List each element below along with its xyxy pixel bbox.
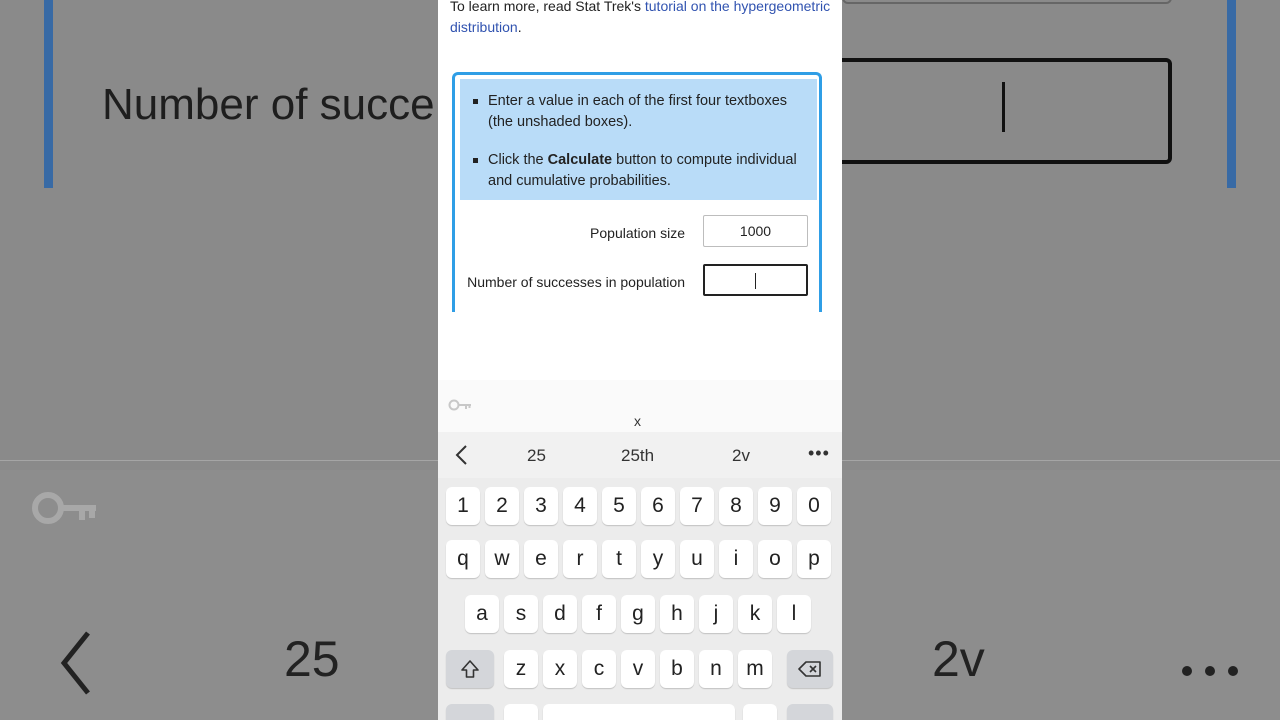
shift-icon bbox=[461, 660, 479, 679]
instruction-item: Enter a value in each of the first four … bbox=[473, 91, 808, 133]
key-l[interactable]: l bbox=[777, 595, 811, 633]
bg-input bbox=[842, 58, 1172, 164]
key-o[interactable]: o bbox=[758, 540, 792, 578]
key-3[interactable]: 3 bbox=[524, 487, 558, 525]
key-1[interactable]: 1 bbox=[446, 487, 480, 525]
key-v[interactable]: v bbox=[621, 650, 655, 688]
more-icon[interactable]: ••• bbox=[808, 443, 830, 464]
key-b[interactable]: b bbox=[660, 650, 694, 688]
space-key[interactable] bbox=[543, 704, 735, 720]
key-q[interactable]: q bbox=[446, 540, 480, 578]
text-caret bbox=[755, 273, 756, 290]
bg-border-left bbox=[44, 0, 53, 188]
close-icon[interactable]: x bbox=[634, 413, 641, 429]
bg-key-icon bbox=[30, 488, 100, 538]
bg-suggestion: 25 bbox=[284, 631, 340, 687]
suggestion-item[interactable]: 25th bbox=[621, 446, 654, 466]
key-5[interactable]: 5 bbox=[602, 487, 636, 525]
phone-screen: To learn more, read Stat Trek's tutorial… bbox=[438, 0, 842, 720]
period-key[interactable] bbox=[743, 704, 777, 720]
key-n[interactable]: n bbox=[699, 650, 733, 688]
calculator-panel: Enter a value in each of the first four … bbox=[452, 72, 822, 312]
key-p[interactable]: p bbox=[797, 540, 831, 578]
intro-suffix: . bbox=[517, 19, 522, 35]
key-t[interactable]: t bbox=[602, 540, 636, 578]
key-d[interactable]: d bbox=[543, 595, 577, 633]
suggestion-item[interactable]: 2v bbox=[732, 446, 750, 466]
key-6[interactable]: 6 bbox=[641, 487, 675, 525]
key-k[interactable]: k bbox=[738, 595, 772, 633]
key-f[interactable]: f bbox=[582, 595, 616, 633]
key-0[interactable]: 0 bbox=[797, 487, 831, 525]
population-size-input[interactable]: 1000 bbox=[703, 215, 808, 247]
successes-input[interactable] bbox=[703, 264, 808, 296]
instruction-item: Click the Calculate button to compute in… bbox=[473, 150, 808, 192]
key-z[interactable]: z bbox=[504, 650, 538, 688]
key-r[interactable]: r bbox=[563, 540, 597, 578]
comma-key[interactable] bbox=[504, 704, 538, 720]
symbols-key[interactable] bbox=[446, 704, 494, 720]
enter-key[interactable] bbox=[787, 704, 833, 720]
suggestion-item[interactable]: 25 bbox=[527, 446, 546, 466]
shift-key[interactable] bbox=[446, 650, 494, 688]
backspace-key[interactable] bbox=[787, 650, 833, 688]
bg-more-icon bbox=[1180, 635, 1240, 693]
key-s[interactable]: s bbox=[504, 595, 538, 633]
key-7[interactable]: 7 bbox=[680, 487, 714, 525]
chevron-left-icon[interactable] bbox=[452, 444, 472, 466]
key-m[interactable]: m bbox=[738, 650, 772, 688]
key-e[interactable]: e bbox=[524, 540, 558, 578]
key-u[interactable]: u bbox=[680, 540, 714, 578]
suggestion-bar: 25 25th 2v ••• bbox=[438, 432, 842, 478]
key-8[interactable]: 8 bbox=[719, 487, 753, 525]
key-x[interactable]: x bbox=[543, 650, 577, 688]
intro-paragraph: To learn more, read Stat Trek's tutorial… bbox=[450, 0, 835, 38]
population-size-label: Population size bbox=[590, 225, 685, 241]
key-g[interactable]: g bbox=[621, 595, 655, 633]
key-w[interactable]: w bbox=[485, 540, 519, 578]
bg-back-icon bbox=[60, 631, 90, 695]
bg-input-top bbox=[842, 0, 1172, 4]
on-screen-keyboard: 25 25th 2v ••• 1 2 3 4 5 6 7 8 9 0 q w e… bbox=[438, 432, 842, 720]
bg-border-right bbox=[1227, 0, 1236, 188]
backspace-icon bbox=[798, 661, 821, 678]
key-a[interactable]: a bbox=[465, 595, 499, 633]
key-i[interactable]: i bbox=[719, 540, 753, 578]
key-2[interactable]: 2 bbox=[485, 487, 519, 525]
bg-field-label: Number of succe bbox=[102, 80, 435, 129]
key-9[interactable]: 9 bbox=[758, 487, 792, 525]
instructions-box: Enter a value in each of the first four … bbox=[460, 79, 817, 200]
successes-label: Number of successes in population bbox=[467, 274, 685, 290]
bg-suggestion: 2v bbox=[932, 631, 985, 687]
key-y[interactable]: y bbox=[641, 540, 675, 578]
bg-caret bbox=[1002, 82, 1005, 132]
keyboard-toolbar: x bbox=[438, 380, 842, 432]
key-j[interactable]: j bbox=[699, 595, 733, 633]
key-c[interactable]: c bbox=[582, 650, 616, 688]
key-h[interactable]: h bbox=[660, 595, 694, 633]
key-4[interactable]: 4 bbox=[563, 487, 597, 525]
calculate-keyword: Calculate bbox=[547, 152, 613, 168]
intro-text: To learn more, read Stat Trek's bbox=[450, 0, 645, 14]
key-icon[interactable] bbox=[448, 398, 472, 417]
